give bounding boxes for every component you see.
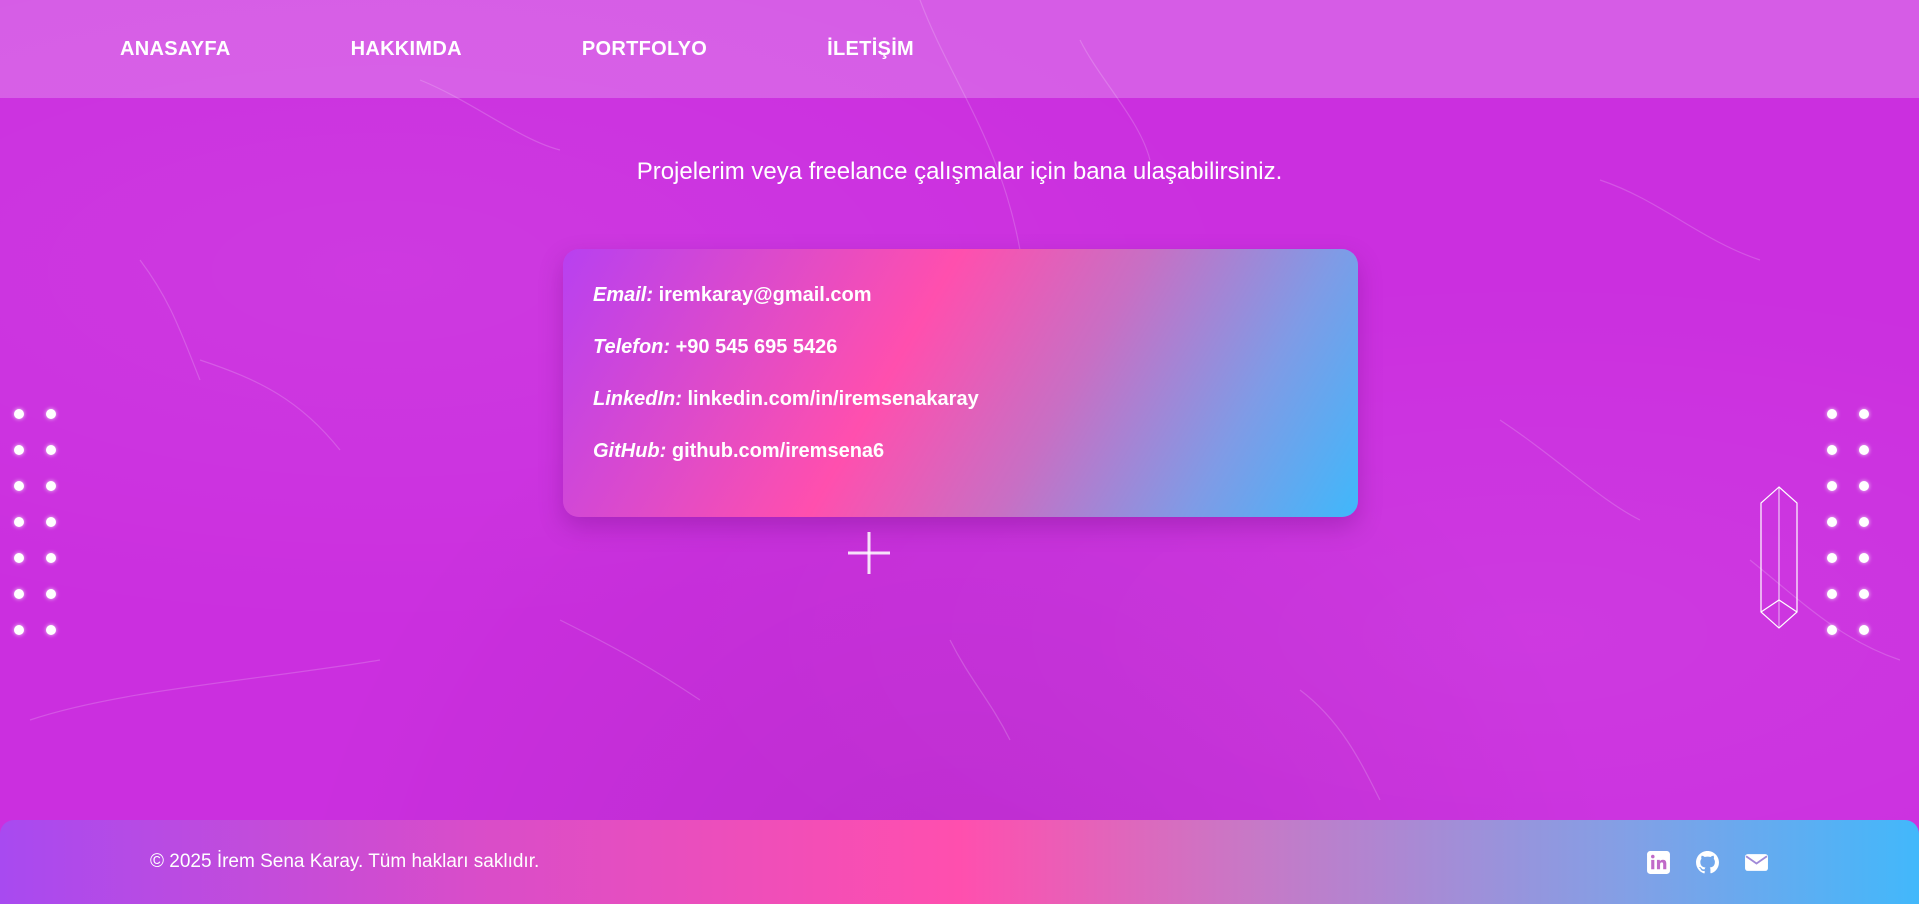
dot (46, 481, 56, 491)
dot (1827, 589, 1837, 599)
footer-copyright: © 2025 İrem Sena Karay. Tüm hakları sakl… (150, 851, 540, 872)
contact-row-phone: Telefon: +90 545 695 5426 (593, 333, 1328, 385)
dot (14, 625, 24, 635)
contact-intro-text: Projelerim veya freelance çalışmalar içi… (636, 158, 1283, 185)
prism-decoration-icon (1760, 486, 1798, 629)
dot (46, 625, 56, 635)
dot (14, 481, 24, 491)
dot (1827, 445, 1837, 455)
dot (46, 517, 56, 527)
contact-label-email: Email: (593, 284, 654, 306)
dot (1827, 409, 1837, 419)
dot (1859, 625, 1869, 635)
dot (1859, 481, 1869, 491)
dot (14, 445, 24, 455)
dot (14, 517, 24, 527)
contact-label-github: GitHub: (593, 440, 667, 462)
dot (1859, 553, 1869, 563)
footer: © 2025 İrem Sena Karay. Tüm hakları sakl… (0, 820, 1919, 904)
contact-label-linkedin: LinkedIn: (593, 388, 682, 410)
dot (1859, 517, 1869, 527)
plus-decoration-icon (848, 532, 890, 574)
contact-row-github: GitHub: github.com/iremsena6 (593, 437, 1328, 489)
dot (1859, 409, 1869, 419)
dot (1827, 481, 1837, 491)
dot (46, 445, 56, 455)
nav-link-hakkimda[interactable]: HAKKIMDA (351, 38, 462, 61)
contact-value-phone[interactable]: +90 545 695 5426 (676, 336, 838, 358)
dot (1859, 445, 1869, 455)
dot (1827, 553, 1837, 563)
contact-row-linkedin: LinkedIn: linkedin.com/in/iremsenakaray (593, 385, 1328, 437)
dot-grid-left (14, 409, 56, 635)
github-icon[interactable] (1695, 850, 1720, 875)
navbar: ANASAYFA HAKKIMDA PORTFOLYO İLETİŞİM (0, 0, 1919, 98)
dot (46, 553, 56, 563)
dot (14, 589, 24, 599)
contact-label-phone: Telefon: (593, 336, 671, 358)
contact-row-email: Email: iremkaray@gmail.com (593, 281, 1328, 333)
nav-link-portfolyo[interactable]: PORTFOLYO (582, 38, 707, 61)
dot (1827, 625, 1837, 635)
dot (1827, 517, 1837, 527)
contact-value-linkedin[interactable]: linkedin.com/in/iremsenakaray (687, 388, 978, 410)
dot (14, 553, 24, 563)
contact-card: Email: iremkaray@gmail.com Telefon: +90 … (563, 249, 1358, 517)
dot (46, 409, 56, 419)
nav-link-iletisim[interactable]: İLETİŞİM (827, 38, 914, 61)
linkedin-icon[interactable] (1646, 850, 1671, 875)
dot-grid-right (1827, 409, 1869, 635)
nav-link-anasayfa[interactable]: ANASAYFA (120, 38, 231, 61)
contact-value-email[interactable]: iremkaray@gmail.com (659, 284, 872, 306)
footer-social-icons (1646, 850, 1769, 875)
dot (14, 409, 24, 419)
envelope-icon[interactable] (1744, 850, 1769, 875)
dot (46, 589, 56, 599)
dot (1859, 589, 1869, 599)
contact-value-github[interactable]: github.com/iremsena6 (672, 440, 884, 462)
